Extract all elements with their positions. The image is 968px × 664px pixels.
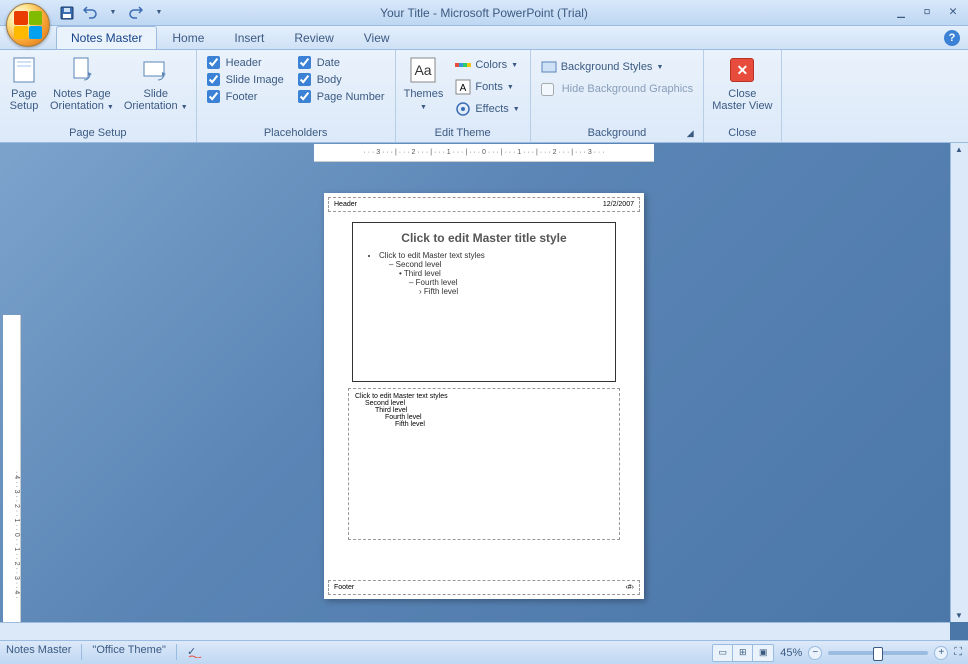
qat-customize-icon[interactable]: ▼: [148, 2, 170, 24]
tab-view[interactable]: View: [349, 26, 405, 49]
date-placeholder[interactable]: 12/2/2007: [555, 200, 635, 209]
page-number-placeholder[interactable]: ‹#›: [555, 583, 635, 592]
window-title: Your Title - Microsoft PowerPoint (Trial…: [380, 6, 588, 20]
effects-icon: [455, 101, 471, 117]
themes-button[interactable]: Aa Themes▼: [400, 52, 448, 114]
tab-review[interactable]: Review: [279, 26, 348, 49]
colors-icon: [455, 57, 471, 73]
zoom-out-button[interactable]: −: [808, 646, 822, 660]
colors-button[interactable]: Colors ▼: [451, 54, 523, 76]
checkbox-slide-image[interactable]: Slide Image: [207, 73, 284, 86]
effects-button[interactable]: Effects ▼: [451, 98, 523, 120]
themes-icon: Aa: [407, 54, 439, 86]
status-view-mode: Notes Master: [6, 644, 71, 661]
undo-dropdown-icon[interactable]: ▼: [102, 2, 124, 24]
minimize-button[interactable]: _: [890, 2, 912, 20]
background-launcher-icon[interactable]: ◢: [683, 126, 697, 140]
ribbon: Page Setup Notes Page Orientation ▼ Slid…: [0, 50, 968, 143]
background-styles-button[interactable]: Background Styles ▼: [537, 56, 697, 78]
group-label-edit-theme: Edit Theme: [400, 125, 526, 142]
zoom-in-button[interactable]: +: [934, 646, 948, 660]
save-icon[interactable]: [56, 2, 78, 24]
status-theme: "Office Theme": [92, 644, 165, 661]
background-styles-icon: [541, 59, 557, 75]
master-text-body[interactable]: Click to edit Master text styles Second …: [365, 251, 603, 296]
checkbox-hide-bg-graphics[interactable]: Hide Background Graphics: [537, 78, 697, 100]
slide-image-placeholder[interactable]: Click to edit Master title style Click t…: [352, 222, 616, 382]
redo-icon[interactable]: [125, 2, 147, 24]
slide-orientation-icon: [140, 54, 172, 86]
tab-notes-master[interactable]: Notes Master: [56, 26, 157, 49]
checkbox-page-number[interactable]: Page Number: [298, 90, 385, 103]
spellcheck-icon[interactable]: ✓: [187, 644, 203, 661]
vertical-ruler: · 4 · · 3 · · 2 · · 1 · · 0 · · 1 · · 2 …: [3, 315, 21, 640]
normal-view-button[interactable]: ▭: [713, 645, 733, 661]
close-master-view-button[interactable]: ✕ Close Master View: [708, 52, 776, 114]
view-buttons: ▭ ⊞ ▣: [712, 644, 774, 662]
office-button[interactable]: [6, 3, 50, 47]
undo-icon[interactable]: [79, 2, 101, 24]
help-icon[interactable]: ?: [944, 30, 960, 46]
close-icon: ✕: [730, 58, 754, 82]
close-button[interactable]: ✕: [942, 2, 964, 20]
group-label-placeholders: Placeholders: [201, 125, 391, 142]
workspace: · · · 3 · · · | · · · 2 · · · | · · · 1 …: [0, 143, 968, 640]
quick-access-toolbar: ▼ ▼: [56, 2, 170, 24]
group-label-close: Close: [708, 125, 776, 142]
page-setup-button[interactable]: Page Setup: [4, 52, 44, 114]
notes-body-placeholder[interactable]: Click to edit Master text styles Second …: [348, 388, 620, 540]
fonts-button[interactable]: AFonts ▼: [451, 76, 523, 98]
footer-placeholder[interactable]: Footer: [333, 583, 413, 592]
tab-home[interactable]: Home: [157, 26, 219, 49]
page-setup-icon: [8, 54, 40, 86]
zoom-slider[interactable]: [828, 651, 928, 655]
horizontal-scrollbar[interactable]: [0, 622, 950, 640]
checkbox-date[interactable]: Date: [298, 56, 385, 69]
checkbox-header[interactable]: Header: [207, 56, 284, 69]
group-label-page-setup: Page Setup: [4, 125, 192, 142]
status-bar: Notes Master "Office Theme" ✓ ▭ ⊞ ▣ 45% …: [0, 640, 968, 664]
svg-text:Aa: Aa: [415, 62, 432, 78]
ribbon-tabs: Notes Master Home Insert Review View ?: [0, 26, 968, 50]
master-title[interactable]: Click to edit Master title style: [365, 231, 603, 245]
fonts-icon: A: [455, 79, 471, 95]
checkbox-body[interactable]: Body: [298, 73, 385, 86]
horizontal-ruler: · · · 3 · · · | · · · 2 · · · | · · · 1 …: [314, 144, 654, 162]
group-label-background: Background◢: [535, 125, 699, 142]
title-bar: ▼ ▼ Your Title - Microsoft PowerPoint (T…: [0, 0, 968, 26]
slide-orientation-button[interactable]: Slide Orientation ▼: [120, 52, 192, 114]
notes-page-orientation-button[interactable]: Notes Page Orientation ▼: [46, 52, 118, 114]
notes-master-page[interactable]: Header 12/2/2007 Click to edit Master ti…: [324, 193, 644, 599]
orientation-icon: [66, 54, 98, 86]
tab-insert[interactable]: Insert: [219, 26, 279, 49]
slideshow-button[interactable]: ▣: [753, 645, 773, 661]
vertical-scrollbar[interactable]: [950, 143, 968, 622]
slide-sorter-button[interactable]: ⊞: [733, 645, 753, 661]
fit-to-window-button[interactable]: ⛶: [954, 646, 962, 659]
restore-button[interactable]: ▫: [916, 2, 938, 20]
zoom-percent[interactable]: 45%: [780, 647, 802, 659]
svg-text:A: A: [460, 83, 467, 94]
header-placeholder[interactable]: Header: [333, 200, 413, 209]
checkbox-footer[interactable]: Footer: [207, 90, 284, 103]
